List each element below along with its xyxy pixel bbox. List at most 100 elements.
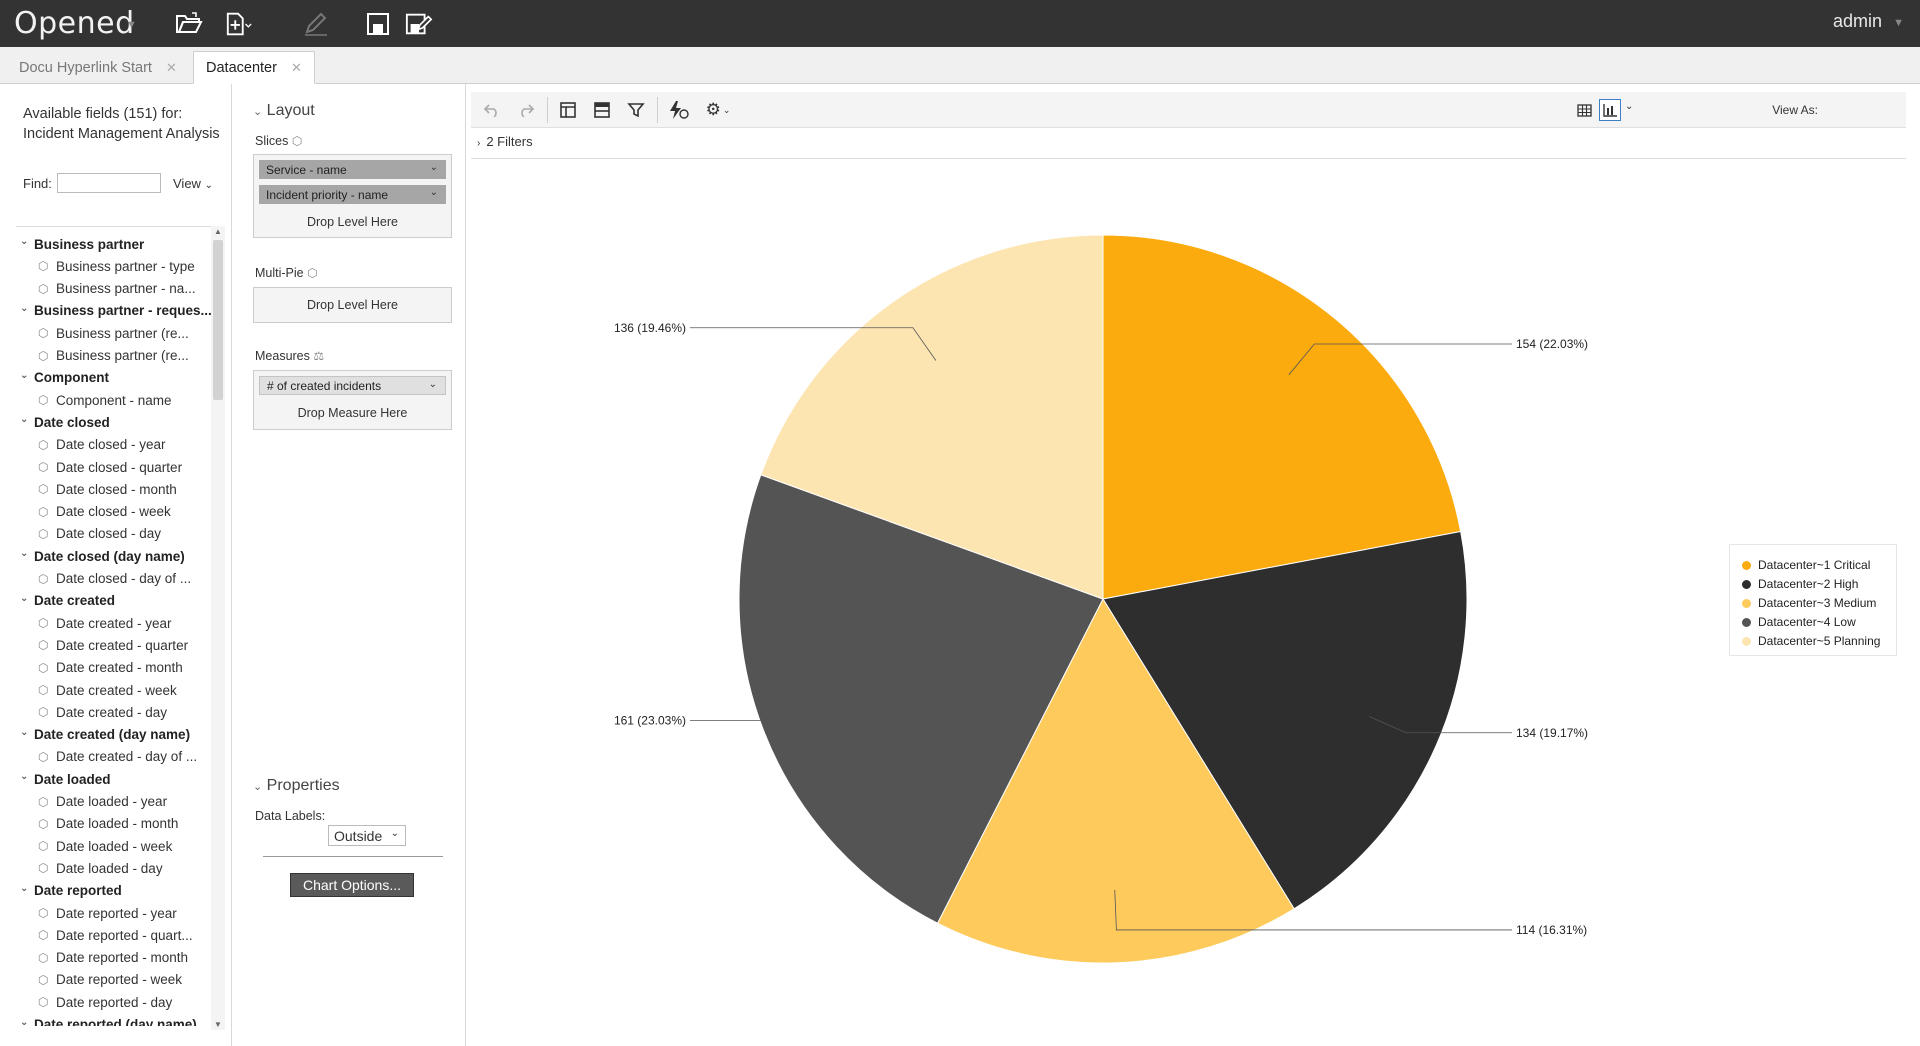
layout-section-header[interactable]: ⌄ Layout: [253, 102, 315, 120]
settings-gear-icon[interactable]: ⚙ ⌄: [703, 99, 733, 121]
tree-field[interactable]: ⬡ Date reported - week: [16, 969, 182, 991]
tree-field[interactable]: ⬡ Date closed - week: [16, 501, 171, 523]
tree-field[interactable]: ⬡ Date closed - day: [16, 523, 161, 545]
redo-icon[interactable]: [515, 99, 537, 121]
tree-field[interactable]: ⬡ Business partner - na...: [16, 278, 196, 300]
tree-field[interactable]: ⬡ Date closed - quarter: [16, 456, 182, 478]
tree-field[interactable]: ⬡ Date created - week: [16, 679, 177, 701]
user-menu[interactable]: admin: [1833, 11, 1882, 32]
chevron-down-icon[interactable]: ⌄: [430, 187, 438, 198]
chevron-down-icon[interactable]: ▼: [1893, 17, 1904, 29]
chevron-down-icon[interactable]: ⌄: [20, 593, 34, 604]
scroll-down-icon[interactable]: ▼: [214, 1020, 222, 1029]
tree-field[interactable]: ⬡ Date created - quarter: [16, 634, 188, 656]
scroll-up-icon[interactable]: ▲: [214, 227, 222, 236]
tab-datacenter[interactable]: Datacenter ✕: [193, 51, 315, 84]
open-folder-icon[interactable]: [175, 10, 203, 38]
grid-view-icon[interactable]: [1573, 99, 1595, 121]
tree-field[interactable]: ⬡ Date loaded - day: [16, 857, 163, 879]
auto-refresh-icon[interactable]: [667, 99, 689, 121]
tree-field[interactable]: ⬡ Date closed - year: [16, 434, 166, 456]
tree-group[interactable]: ⌄ Date created: [16, 590, 115, 612]
filter-icon[interactable]: [625, 99, 647, 121]
chevron-down-icon[interactable]: ⌄: [20, 548, 34, 559]
tree-group[interactable]: ⌄ Date created (day name): [16, 724, 190, 746]
chart-options-button[interactable]: Chart Options...: [290, 873, 414, 897]
tree-field[interactable]: ⬡ Date reported - year: [16, 902, 177, 924]
tree-group[interactable]: ⌄ Date loaded: [16, 768, 111, 790]
chevron-down-icon[interactable]: ▼: [126, 19, 137, 31]
view-as-label: View As:: [1772, 103, 1818, 117]
chart-view-icon[interactable]: [1599, 99, 1621, 121]
tree-field[interactable]: ⬡ Date created - year: [16, 612, 172, 634]
close-icon[interactable]: ✕: [291, 60, 302, 76]
tree-group[interactable]: ⌄ Business partner - reques...: [16, 300, 211, 322]
close-icon[interactable]: ✕: [166, 60, 177, 76]
legend-item[interactable]: Datacenter~2 High: [1742, 575, 1858, 593]
chevron-down-icon[interactable]: ⌄: [1625, 101, 1633, 112]
new-document-icon[interactable]: [225, 10, 253, 38]
chevron-down-icon[interactable]: ⌄: [20, 883, 34, 894]
chevron-down-icon[interactable]: ⌄: [20, 727, 34, 738]
chevron-down-icon[interactable]: ⌄: [20, 236, 34, 247]
tree-field[interactable]: ⬡ Date reported - quart...: [16, 924, 193, 946]
dimension-icon: ⬡: [38, 437, 49, 452]
slices-dropzone[interactable]: Service - name ⌄ Incident priority - name…: [253, 154, 452, 238]
tree-group[interactable]: ⌄ Date closed: [16, 411, 110, 433]
tree-field[interactable]: ⬡ Business partner - type: [16, 255, 195, 277]
chevron-down-icon: ⌄: [204, 180, 213, 191]
scroll-thumb[interactable]: [213, 240, 223, 400]
chevron-down-icon[interactable]: ⌄: [430, 162, 438, 173]
field-tree-scrollbar[interactable]: ▲ ▼: [211, 226, 225, 1030]
tree-group[interactable]: ⌄ Date closed (day name): [16, 545, 185, 567]
tree-field[interactable]: ⬡ Date reported - month: [16, 947, 188, 969]
measure-created-incidents[interactable]: # of created incidents ⌄: [259, 376, 446, 395]
properties-section-header[interactable]: ⌄ Properties: [253, 777, 340, 795]
tree-field[interactable]: ⬡ Date loaded - week: [16, 835, 172, 857]
tree-group[interactable]: ⌄ Date reported: [16, 880, 122, 902]
tree-field[interactable]: ⬡ Date created - month: [16, 657, 183, 679]
toolbar-separator: [657, 97, 658, 123]
undo-icon[interactable]: [481, 99, 503, 121]
dimension-icon: ⬡: [38, 906, 49, 920]
multipie-dropzone[interactable]: Drop Level Here: [253, 287, 452, 323]
tree-group[interactable]: ⌄ Date reported (day name): [16, 1014, 197, 1027]
chevron-down-icon[interactable]: ⌄: [429, 379, 437, 390]
slice-incident-priority[interactable]: Incident priority - name ⌄: [259, 185, 446, 204]
tree-field[interactable]: ⬡ Component - name: [16, 389, 172, 411]
tree-field[interactable]: ⬡ Business partner (re...: [16, 322, 189, 344]
tree-field[interactable]: ⬡ Date loaded - month: [16, 813, 178, 835]
view-menu-button[interactable]: View ⌄: [173, 176, 213, 191]
layout-panel-icon[interactable]: [557, 99, 579, 121]
tree-field[interactable]: ⬡ Date closed - month: [16, 478, 177, 500]
chevron-down-icon[interactable]: ⌄: [20, 414, 34, 425]
save-as-icon[interactable]: [405, 10, 433, 38]
dimension-icon: ⬡: [38, 393, 49, 408]
data-labels-select[interactable]: Outside ⌄: [328, 825, 406, 846]
tree-group[interactable]: ⌄ Component: [16, 367, 109, 389]
legend-item[interactable]: Datacenter~4 Low: [1742, 613, 1856, 631]
tree-group[interactable]: ⌄ Business partner: [16, 233, 144, 255]
legend-item[interactable]: Datacenter~5 Planning: [1742, 632, 1880, 650]
tree-field[interactable]: ⬡ Business partner (re...: [16, 345, 189, 367]
find-input[interactable]: [57, 173, 161, 193]
legend-item[interactable]: Datacenter~1 Critical: [1742, 556, 1870, 574]
chevron-down-icon[interactable]: ⌄: [20, 303, 34, 314]
filters-toggle[interactable]: › 2 Filters: [477, 134, 533, 149]
tree-field[interactable]: ⬡ Date closed - day of ...: [16, 568, 191, 590]
save-icon[interactable]: [364, 10, 392, 38]
chevron-down-icon[interactable]: ⌄: [20, 370, 34, 381]
tree-field[interactable]: ⬡ Date created - day of ...: [16, 746, 197, 768]
legend-item[interactable]: Datacenter~3 Medium: [1742, 594, 1876, 612]
table-layout-icon[interactable]: [591, 99, 613, 121]
chevron-down-icon[interactable]: ⌄: [20, 1017, 34, 1027]
tree-field[interactable]: ⬡ Date loaded - year: [16, 791, 167, 813]
dimension-icon: ⬡: [38, 749, 49, 764]
slice-service-name[interactable]: Service - name ⌄: [259, 160, 446, 179]
app-title[interactable]: Opened: [14, 6, 135, 41]
tab-docu-hyperlink-start[interactable]: Docu Hyperlink Start ✕: [7, 51, 189, 84]
tree-field[interactable]: ⬡ Date created - day: [16, 701, 167, 723]
chevron-down-icon[interactable]: ⌄: [20, 771, 34, 782]
tree-field[interactable]: ⬡ Date reported - day: [16, 991, 172, 1013]
measures-dropzone[interactable]: # of created incidents ⌄ Drop Measure Her…: [253, 370, 452, 430]
